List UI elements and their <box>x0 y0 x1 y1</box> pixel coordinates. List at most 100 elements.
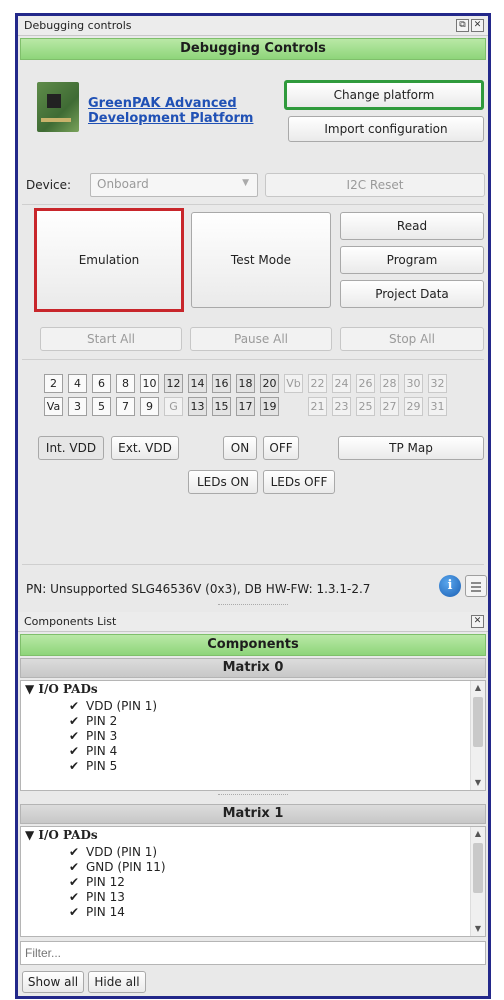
pin-toggle[interactable]: 30 <box>404 374 423 393</box>
checkbox-icon[interactable]: ✔ <box>69 699 80 714</box>
pin-toggle[interactable]: 23 <box>332 397 351 416</box>
filter-input[interactable] <box>20 941 486 965</box>
int-vdd-button[interactable]: Int. VDD <box>38 436 104 460</box>
components-dock-title: Components List ✕ <box>18 612 488 632</box>
checkbox-icon[interactable]: ✔ <box>69 759 80 774</box>
tree-item[interactable]: ✔ PIN 12 <box>69 875 125 890</box>
tree-item[interactable]: ✔ PIN 13 <box>69 890 125 905</box>
scroll-thumb[interactable] <box>473 697 483 747</box>
scrollbar[interactable]: ▲ ▼ <box>470 681 485 790</box>
log-list-icon[interactable] <box>465 575 487 597</box>
i2c-reset-button[interactable]: I2C Reset <box>265 173 485 197</box>
pin-toggle[interactable]: 10 <box>140 374 159 393</box>
matrix-splitter[interactable] <box>218 794 288 796</box>
tree-item-label: PIN 4 <box>86 744 118 758</box>
show-all-button[interactable]: Show all <box>22 971 84 993</box>
pin-toggle[interactable]: 13 <box>188 397 207 416</box>
panel-splitter[interactable] <box>218 604 288 606</box>
pin-toggle[interactable]: 18 <box>236 374 255 393</box>
pin-toggle[interactable]: 24 <box>332 374 351 393</box>
close-icon[interactable]: ✕ <box>471 615 484 628</box>
tp-map-button[interactable]: TP Map <box>338 436 484 460</box>
matrix-1-header: Matrix 1 <box>20 804 486 824</box>
scroll-down-icon[interactable]: ▼ <box>471 922 485 936</box>
scroll-up-icon[interactable]: ▲ <box>471 681 485 695</box>
pin-toggle[interactable]: 26 <box>356 374 375 393</box>
read-button[interactable]: Read <box>340 212 484 240</box>
pin-toggle[interactable]: 20 <box>260 374 279 393</box>
tree-item[interactable]: ✔ PIN 14 <box>69 905 125 920</box>
pin-toggle[interactable]: 6 <box>92 374 111 393</box>
change-platform-button[interactable]: Change platform <box>284 80 484 110</box>
leds-on-button[interactable]: LEDs ON <box>188 470 258 494</box>
pin-toggle[interactable]: Va <box>44 397 63 416</box>
tree-root-io-pads[interactable]: ▼ I/O PADs <box>25 828 98 842</box>
pin-toggle[interactable]: 3 <box>68 397 87 416</box>
tree-item[interactable]: ✔ VDD (PIN 1) <box>69 699 157 714</box>
pin-toggle[interactable]: 29 <box>404 397 423 416</box>
checkbox-icon[interactable]: ✔ <box>69 729 80 744</box>
scroll-down-icon[interactable]: ▼ <box>471 776 485 790</box>
pin-toggle[interactable]: 22 <box>308 374 327 393</box>
tree-item[interactable]: ✔ VDD (PIN 1) <box>69 845 157 860</box>
pin-toggle[interactable]: 32 <box>428 374 447 393</box>
checkbox-icon[interactable]: ✔ <box>69 845 80 860</box>
pin-toggle[interactable]: 5 <box>92 397 111 416</box>
platform-link[interactable]: GreenPAK Advanced Development Platform <box>88 96 288 126</box>
pin-toggle[interactable]: 2 <box>44 374 63 393</box>
pin-toggle[interactable]: 12 <box>164 374 183 393</box>
pin-toggle[interactable]: G <box>164 397 183 416</box>
close-icon[interactable]: ✕ <box>471 19 484 32</box>
pause-all-button[interactable]: Pause All <box>190 327 332 351</box>
checkbox-icon[interactable]: ✔ <box>69 860 80 875</box>
debug-header: Debugging Controls <box>20 38 486 60</box>
scroll-up-icon[interactable]: ▲ <box>471 827 485 841</box>
scroll-thumb[interactable] <box>473 843 483 893</box>
checkbox-icon[interactable]: ✔ <box>69 890 80 905</box>
device-select[interactable]: Onboard ▼ <box>90 173 258 197</box>
pin-toggle[interactable]: 14 <box>188 374 207 393</box>
checkbox-icon[interactable]: ✔ <box>69 875 80 890</box>
checkbox-icon[interactable]: ✔ <box>69 744 80 759</box>
leds-off-button[interactable]: LEDs OFF <box>263 470 335 494</box>
pin-toggle[interactable]: 15 <box>212 397 231 416</box>
pin-toggle[interactable]: 7 <box>116 397 135 416</box>
project-data-button[interactable]: Project Data <box>340 280 484 308</box>
pin-toggle[interactable]: 9 <box>140 397 159 416</box>
tree-item[interactable]: ✔ PIN 2 <box>69 714 117 729</box>
off-button[interactable]: OFF <box>263 436 299 460</box>
checkbox-icon[interactable]: ✔ <box>69 714 80 729</box>
pin-toggle[interactable]: 28 <box>380 374 399 393</box>
scrollbar[interactable]: ▲ ▼ <box>470 827 485 936</box>
start-all-button[interactable]: Start All <box>40 327 182 351</box>
pin-toggle[interactable]: 25 <box>356 397 375 416</box>
tree-item[interactable]: ✔ PIN 4 <box>69 744 117 759</box>
tree-item[interactable]: ✔ PIN 5 <box>69 759 117 774</box>
tree-item-label: PIN 3 <box>86 729 118 743</box>
checkbox-icon[interactable]: ✔ <box>69 905 80 920</box>
pin-toggle[interactable]: 17 <box>236 397 255 416</box>
emulation-button[interactable]: Emulation <box>34 208 184 312</box>
hide-all-button[interactable]: Hide all <box>88 971 146 993</box>
stop-all-button[interactable]: Stop All <box>340 327 484 351</box>
test-mode-button[interactable]: Test Mode <box>191 212 331 308</box>
ext-vdd-button[interactable]: Ext. VDD <box>111 436 179 460</box>
tree-item[interactable]: ✔ GND (PIN 11) <box>69 860 166 875</box>
import-configuration-button[interactable]: Import configuration <box>288 116 484 142</box>
pin-toggle[interactable]: 4 <box>68 374 87 393</box>
pin-toggle[interactable]: 31 <box>428 397 447 416</box>
info-icon[interactable]: i <box>439 575 461 597</box>
on-button[interactable]: ON <box>223 436 257 460</box>
pin-toggle[interactable]: 27 <box>380 397 399 416</box>
tree-item[interactable]: ✔ PIN 3 <box>69 729 117 744</box>
pin-toggle[interactable]: Vb <box>284 374 303 393</box>
program-button[interactable]: Program <box>340 246 484 274</box>
pin-toggle[interactable]: 16 <box>212 374 231 393</box>
pin-toggle[interactable]: 21 <box>308 397 327 416</box>
pin-toggle[interactable]: 8 <box>116 374 135 393</box>
pin-toggle[interactable] <box>284 397 303 416</box>
tree-root-io-pads[interactable]: ▼ I/O PADs <box>25 682 98 696</box>
pin-toggle[interactable]: 19 <box>260 397 279 416</box>
tree-item-label: PIN 13 <box>86 890 125 904</box>
float-icon[interactable]: ⧉ <box>456 19 469 32</box>
